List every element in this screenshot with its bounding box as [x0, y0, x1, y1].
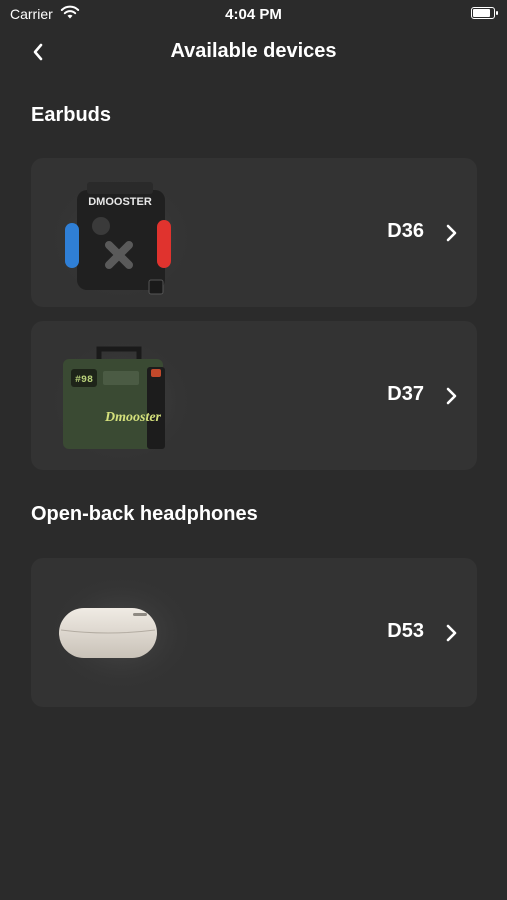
- svg-text:#98: #98: [75, 375, 93, 386]
- svg-text:Dmooster: Dmooster: [104, 410, 162, 425]
- device-name-d36: D36: [387, 220, 424, 242]
- page-title: Available devices: [170, 40, 337, 62]
- nav-bar: Available devices: [0, 30, 507, 74]
- clock: 4:04 PM: [225, 6, 282, 23]
- device-name-d37: D37: [387, 383, 424, 405]
- device-name-d53: D53: [387, 620, 424, 642]
- device-card-d36[interactable]: DMOOSTER D36: [31, 158, 477, 307]
- device-image-d37: #98 Dmooster: [51, 336, 196, 461]
- status-bar: Carrier 4:04 PM: [0, 0, 507, 28]
- device-card-d37[interactable]: #98 Dmooster D37: [31, 321, 477, 470]
- device-image-d36: DMOOSTER: [51, 173, 196, 298]
- battery-icon: [471, 7, 498, 19]
- chevron-right-icon: [446, 387, 457, 405]
- device-card-d53[interactable]: D53: [31, 558, 477, 707]
- device-image-d53: [51, 573, 196, 693]
- section-title-earbuds: Earbuds: [31, 104, 112, 126]
- chevron-right-icon: [446, 624, 457, 642]
- svg-text:DMOOSTER: DMOOSTER: [88, 196, 152, 208]
- section-title-open-back-headphones: Open-back headphones: [31, 503, 258, 525]
- chevron-right-icon: [446, 224, 457, 242]
